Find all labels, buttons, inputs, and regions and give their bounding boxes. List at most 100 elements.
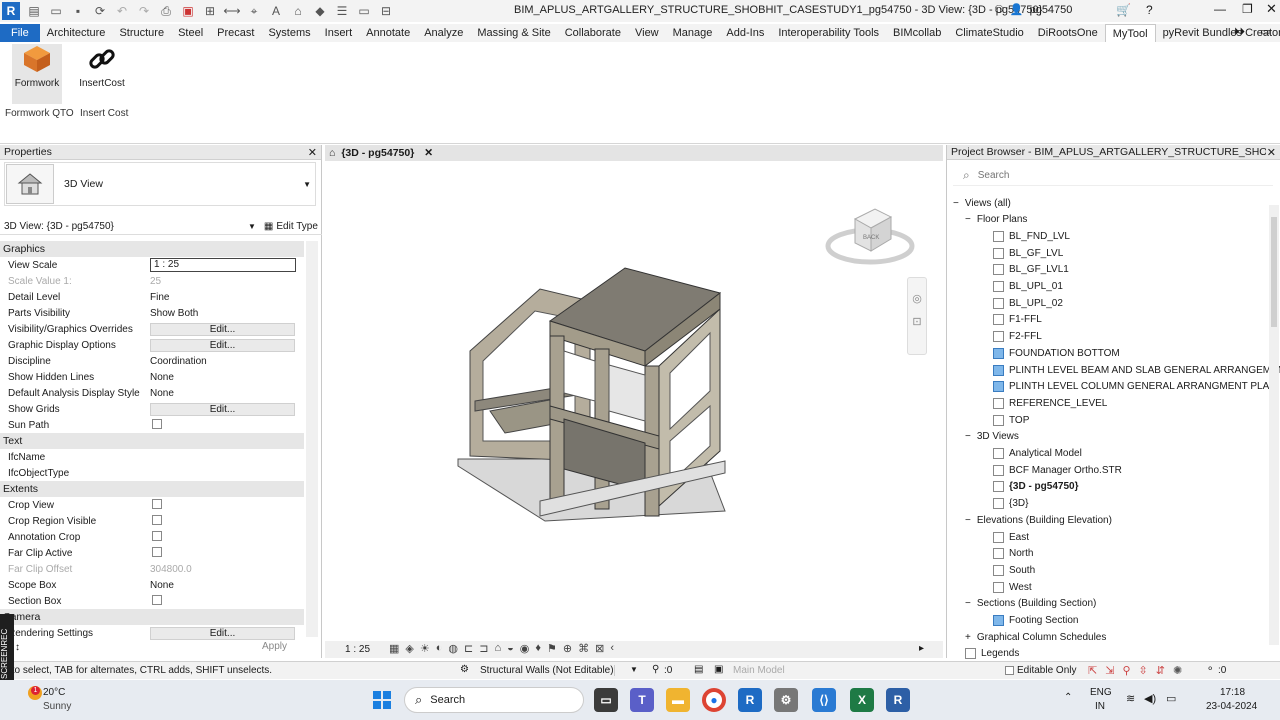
open-icon[interactable]: ▭ <box>48 3 64 19</box>
browser-scrollbar[interactable] <box>1269 205 1279 645</box>
browser-scroll-thumb[interactable] <box>1271 217 1277 327</box>
ribbon-tab-massing-site[interactable]: Massing & Site <box>470 24 557 42</box>
view-scale-control[interactable]: 1 : 25 <box>345 644 370 655</box>
edit-type-button[interactable]: Edit Type <box>276 221 318 232</box>
chrome-icon[interactable]: ● <box>702 688 726 712</box>
row-parts-visibility[interactable]: Parts Visibility Show Both <box>0 305 304 321</box>
select-links-icon[interactable]: ⇱ <box>1088 664 1097 677</box>
tree-floor-plan-item[interactable]: PLINTH LEVEL BEAM AND SLAB GENERAL ARRAN… <box>993 362 1280 378</box>
render-edit-button[interactable]: Edit... <box>150 626 295 640</box>
tag-icon[interactable]: ⌖ <box>246 3 262 19</box>
drag-elements-icon[interactable]: ⇵ <box>1156 664 1165 677</box>
browser-search[interactable]: ⌕ <box>953 166 1273 186</box>
tree-3d-views[interactable]: −3D Views <box>965 429 1019 445</box>
print-icon[interactable]: ⎙ <box>158 3 174 19</box>
row-discipline[interactable]: Discipline Coordination <box>0 353 304 369</box>
detail-level-icon[interactable]: ▦ <box>389 642 399 655</box>
view-scale-input[interactable]: 1 : 25 <box>150 258 296 272</box>
visual-style-icon[interactable]: ◈ <box>405 642 413 655</box>
ribbon-tab-annotate[interactable]: Annotate <box>359 24 417 42</box>
constraints-icon[interactable]: ⌘ <box>578 642 589 655</box>
close-icon[interactable]: ✕ <box>308 146 317 159</box>
vg-edit-button[interactable]: Edit... <box>150 322 295 336</box>
crop-view-checkbox[interactable] <box>152 498 162 509</box>
crop-view-icon[interactable]: ⊏ <box>464 642 473 655</box>
instance-selector[interactable]: 3D View: {3D - pg54750} <box>0 221 248 232</box>
taskbar-search[interactable]: ⌕ Search <box>404 687 584 713</box>
ribbon-tab-analyze[interactable]: Analyze <box>417 24 470 42</box>
volume-icon[interactable]: ◀) <box>1144 692 1156 705</box>
ribbon-tab-bimcollab[interactable]: BIMcollab <box>886 24 948 42</box>
view-cube[interactable]: BACK <box>825 201 915 271</box>
ribbon-tab-mytool[interactable]: MyTool <box>1104 24 1156 42</box>
properties-scrollbar[interactable] <box>306 241 318 637</box>
tree-floor-plan-item[interactable]: BL_UPL_02 <box>993 295 1063 311</box>
excel-icon[interactable]: X <box>850 688 874 712</box>
language-code[interactable]: ENG <box>1090 687 1112 698</box>
language-region[interactable]: IN <box>1095 701 1105 712</box>
tree-floor-plan-item[interactable]: F2-FFL <box>993 329 1042 345</box>
section-box-checkbox[interactable] <box>152 594 162 605</box>
user-name[interactable]: pg54750 <box>1030 4 1073 16</box>
tree-floor-plan-item[interactable]: TOP <box>993 412 1029 428</box>
tree-floor-plan-item[interactable]: REFERENCE_LEVEL <box>993 395 1107 411</box>
navigation-bar[interactable]: ◎ ⊡ <box>907 277 927 355</box>
tree-floor-plan-item[interactable]: PLINTH LEVEL COLUMN GENERAL ARRANGMENT P… <box>993 379 1276 395</box>
section-icon[interactable]: ◆ <box>312 3 328 19</box>
temp-props-icon[interactable]: ♦ <box>535 642 541 655</box>
tree-3d-view-item[interactable]: BCF Manager Ortho.STR <box>993 462 1122 478</box>
view-tab[interactable]: ⌂ {3D - pg54750} ✕ <box>329 146 433 160</box>
tree-elevation-item[interactable]: North <box>993 546 1033 562</box>
row-detail-level[interactable]: Detail Level Fine <box>0 289 304 305</box>
weather-desc[interactable]: Sunny <box>43 701 71 712</box>
expand-toggle-icon[interactable]: − <box>965 598 971 609</box>
row-analysis-style[interactable]: Default Analysis Display Style None <box>0 385 304 401</box>
close-icon[interactable]: ✕ <box>424 147 433 159</box>
analytical-icon[interactable]: ⊕ <box>563 642 572 655</box>
redo-icon[interactable]: ↷ <box>136 3 152 19</box>
revit-icon[interactable]: R <box>738 688 762 712</box>
background-process-icon[interactable]: ✺ <box>1173 664 1182 677</box>
switch-windows-icon[interactable]: ⊟ <box>378 3 394 19</box>
clock-time[interactable]: 17:18 <box>1220 687 1245 698</box>
chevron-down-icon[interactable]: ▼ <box>248 222 256 231</box>
close-icon[interactable]: ✕ <box>1267 146 1276 159</box>
battery-icon[interactable]: ▭ <box>1166 692 1176 705</box>
steering-wheel-icon[interactable]: ◎ <box>908 292 926 305</box>
section-text[interactable]: Text <box>0 433 304 449</box>
expand-toggle-icon[interactable]: − <box>965 431 971 442</box>
highlight-icon[interactable]: ⊠ <box>595 642 604 655</box>
tree-floor-plan-item[interactable]: F1-FFL <box>993 312 1042 328</box>
tree-elevation-item[interactable]: South <box>993 562 1035 578</box>
select-pinned-icon[interactable]: ⚲ <box>1122 664 1130 677</box>
task-view-icon[interactable]: ▭ <box>594 688 618 712</box>
row-hidden-lines[interactable]: Show Hidden Lines None <box>0 369 304 385</box>
file-explorer-icon[interactable]: ▬ <box>666 688 690 712</box>
show-crop-icon[interactable]: ⊐ <box>479 642 488 655</box>
insertcost-button[interactable]: InsertCost <box>77 44 127 104</box>
revit-2-icon[interactable]: R <box>886 688 910 712</box>
help-icon[interactable]: ? <box>1146 3 1153 17</box>
pdf-icon[interactable]: ▣ <box>180 3 196 19</box>
ribbon-tab-precast[interactable]: Precast <box>210 24 261 42</box>
settings-icon[interactable]: ⚙ <box>774 688 798 712</box>
select-face-icon[interactable]: ⇳ <box>1139 664 1148 677</box>
ribbon-tab-climatestudio[interactable]: ClimateStudio <box>948 24 1030 42</box>
tree-sections[interactable]: − Sections (Building Section) <box>965 596 1096 612</box>
reveal-hidden-icon[interactable]: ◉ <box>520 642 530 655</box>
far-clip-checkbox[interactable] <box>152 546 162 557</box>
tree-floor-plan-item[interactable]: BL_GF_LVL <box>993 245 1063 261</box>
design-option-selector[interactable]: Main Model <box>733 665 785 676</box>
sun-path-checkbox[interactable] <box>152 418 162 429</box>
crop-visible-checkbox[interactable] <box>152 514 162 525</box>
formwork-button[interactable]: Formwork <box>12 44 62 104</box>
apply-button[interactable]: Apply <box>262 641 287 652</box>
section-camera[interactable]: Camera <box>0 609 304 625</box>
ribbon-tab-steel[interactable]: Steel <box>171 24 210 42</box>
close-button[interactable]: ✕ <box>1266 1 1277 17</box>
revit-logo-icon[interactable]: R <box>2 2 20 20</box>
chevron-down-icon[interactable]: ▼ <box>630 665 638 674</box>
render-icon[interactable]: ◍ <box>448 642 458 655</box>
ribbon-tab-add-ins[interactable]: Add-Ins <box>719 24 771 42</box>
tree-floor-plan-item[interactable]: FOUNDATION BOTTOM <box>993 345 1120 361</box>
